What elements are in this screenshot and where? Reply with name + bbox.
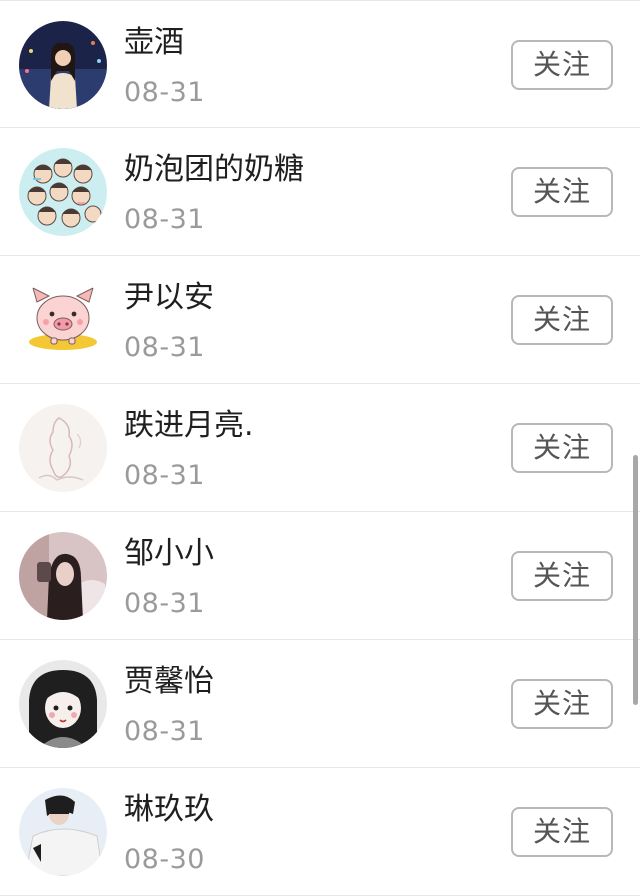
follow-button[interactable]: 关注: [511, 295, 613, 345]
list-item[interactable]: 壶酒 08-31 关注: [0, 0, 640, 128]
list-item[interactable]: 奶泡团的奶糖 08-31 关注: [0, 128, 640, 256]
follow-button[interactable]: 关注: [511, 807, 613, 857]
follow-date: 08-31: [124, 77, 205, 108]
avatar[interactable]: [19, 404, 107, 492]
follow-date: 08-31: [124, 588, 205, 619]
list-item[interactable]: 跌进月亮. 08-31 关注: [0, 384, 640, 512]
user-name[interactable]: 壶酒: [124, 23, 184, 63]
list-item[interactable]: 琳玖玖 08-30 关注: [0, 768, 640, 896]
user-name[interactable]: 贾馨怡: [124, 662, 214, 702]
user-name[interactable]: 琳玖玖: [124, 790, 214, 830]
follow-date: 08-31: [124, 204, 205, 235]
scrollbar[interactable]: [633, 455, 638, 705]
follower-list: 壶酒 08-31 关注 奶泡团的奶糖 08-31 关注 尹以安 08-31 关注…: [0, 0, 640, 896]
list-item[interactable]: 尹以安 08-31 关注: [0, 256, 640, 384]
list-item[interactable]: 邹小小 08-31 关注: [0, 512, 640, 640]
list-item[interactable]: 贾馨怡 08-31 关注: [0, 640, 640, 768]
avatar[interactable]: [19, 276, 107, 364]
follow-button[interactable]: 关注: [511, 40, 613, 90]
user-name[interactable]: 跌进月亮.: [124, 406, 254, 446]
user-name[interactable]: 奶泡团的奶糖: [124, 150, 304, 190]
follow-date: 08-31: [124, 716, 205, 747]
follow-button[interactable]: 关注: [511, 551, 613, 601]
follow-button[interactable]: 关注: [511, 423, 613, 473]
follow-date: 08-30: [124, 844, 205, 875]
user-name[interactable]: 尹以安: [124, 278, 214, 318]
follow-date: 08-31: [124, 460, 205, 491]
user-name[interactable]: 邹小小: [124, 534, 214, 574]
avatar[interactable]: [19, 788, 107, 876]
avatar[interactable]: [19, 148, 107, 236]
follow-button[interactable]: 关注: [511, 167, 613, 217]
avatar[interactable]: [19, 532, 107, 620]
avatar[interactable]: [19, 21, 107, 109]
follow-date: 08-31: [124, 332, 205, 363]
follow-button[interactable]: 关注: [511, 679, 613, 729]
avatar[interactable]: [19, 660, 107, 748]
